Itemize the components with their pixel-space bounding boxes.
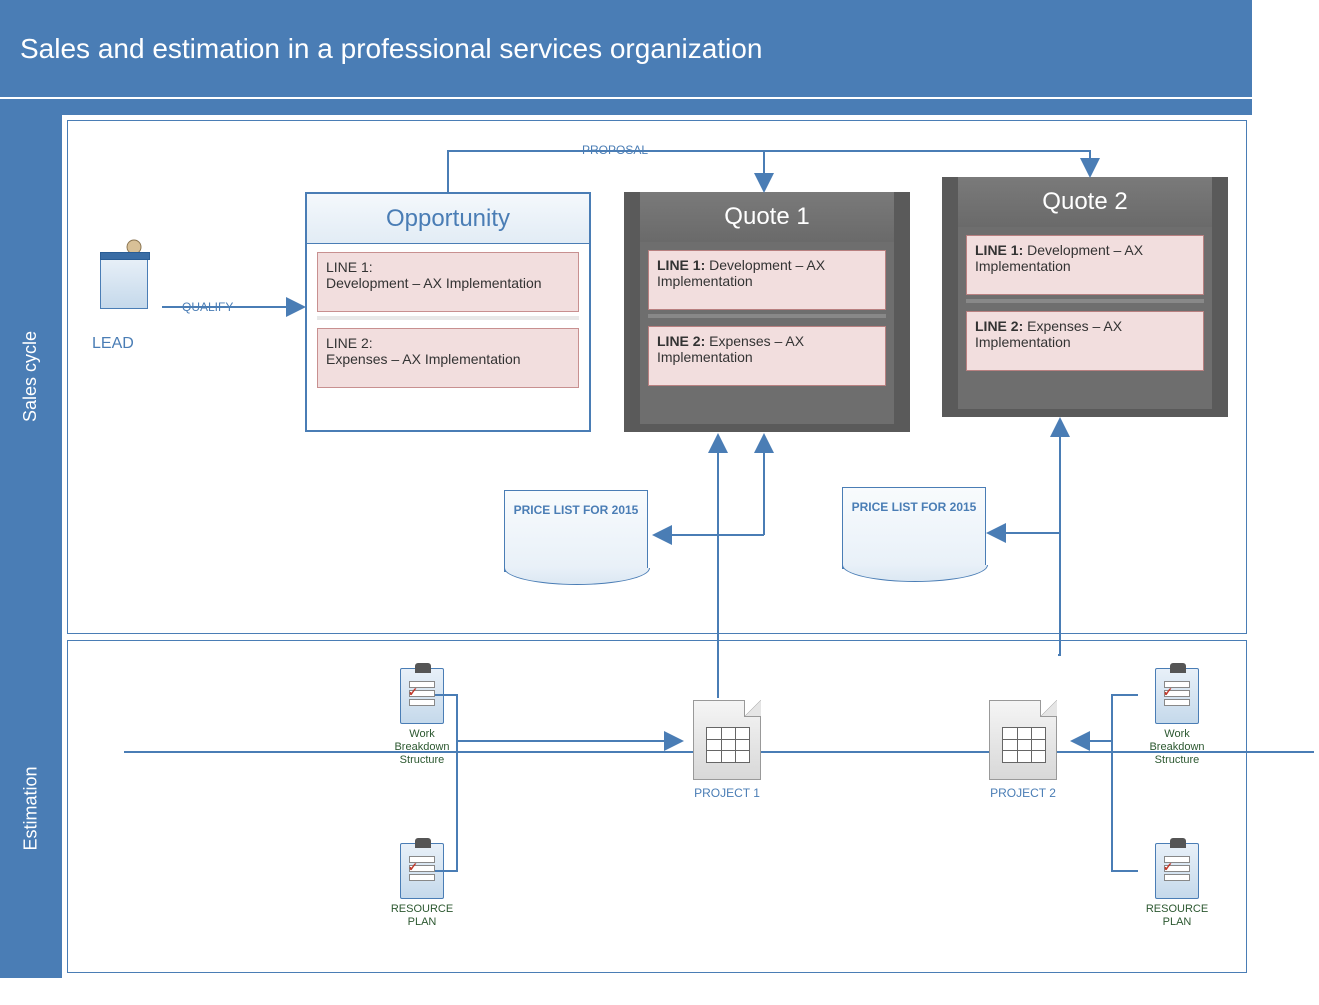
content-area: LEAD Opportunity LINE 1: Development – A…: [62, 115, 1252, 978]
pricelist2-icon: PRICE LIST FOR 2015: [842, 487, 986, 581]
quote2-line2-label: LINE 2:: [975, 318, 1023, 334]
quote2-line1: LINE 1: Development – AX Implementation: [966, 235, 1204, 295]
quote1-line2-label: LINE 2:: [657, 333, 705, 349]
quote1-title: Quote 1: [640, 192, 894, 242]
lead-icon: [100, 257, 162, 331]
pricelist2-label: PRICE LIST FOR 2015: [842, 487, 986, 569]
opportunity-box: Opportunity LINE 1: Development – AX Imp…: [305, 192, 591, 432]
resplan1-label: RESOURCE PLAN: [387, 903, 457, 929]
quote1-line2: LINE 2: Expenses – AX Implementation: [648, 326, 886, 386]
wbs1-label: Work Breakdown Structure: [387, 728, 457, 768]
opportunity-title: Opportunity: [307, 194, 589, 244]
pricelist1-label: PRICE LIST FOR 2015: [504, 490, 648, 572]
project1-icon: PROJECT 1: [684, 700, 770, 800]
wbs1-icon: Work Breakdown Structure: [387, 668, 457, 768]
quote2-line1-label: LINE 1:: [975, 242, 1023, 258]
project2-label: PROJECT 2: [980, 786, 1066, 800]
pricelist1-icon: PRICE LIST FOR 2015: [504, 490, 648, 584]
quote1-box: Quote 1 LINE 1: Development – AX Impleme…: [624, 192, 910, 432]
diagram-canvas: Sales and estimation in a professional s…: [0, 0, 1319, 1005]
resplan1-icon: RESOURCE PLAN: [387, 843, 457, 943]
opportunity-line2-desc: Expenses – AX Implementation: [326, 351, 521, 367]
page-title: Sales and estimation in a professional s…: [20, 33, 762, 65]
title-bar: Sales and estimation in a professional s…: [0, 0, 1252, 97]
flow-qualify-label: QUALIFY: [182, 300, 233, 314]
swimlane-sales-label: Sales cycle: [0, 115, 62, 638]
quote2-box: Quote 2 LINE 1: Development – AX Impleme…: [942, 177, 1228, 417]
opportunity-line2-label: LINE 2:: [326, 335, 570, 351]
separator: [317, 316, 579, 320]
estimation-area: [67, 640, 1247, 973]
swimlane-estimation-text: Estimation: [21, 766, 42, 850]
resplan2-label: RESOURCE PLAN: [1142, 903, 1212, 929]
quote1-line1-label: LINE 1:: [657, 257, 705, 273]
lead-label: LEAD: [92, 335, 134, 353]
project2-icon: PROJECT 2: [980, 700, 1066, 800]
resplan2-icon: RESOURCE PLAN: [1142, 843, 1212, 943]
flow-proposal-label: PROPOSAL: [582, 143, 648, 157]
title-band: [0, 97, 1252, 115]
wbs2-icon: Work Breakdown Structure: [1142, 668, 1212, 768]
separator: [966, 299, 1204, 303]
opportunity-line1: LINE 1: Development – AX Implementation: [317, 252, 579, 312]
quote2-title: Quote 2: [958, 177, 1212, 227]
opportunity-line1-label: LINE 1:: [326, 259, 570, 275]
quote1-line1: LINE 1: Development – AX Implementation: [648, 250, 886, 310]
wbs2-label: Work Breakdown Structure: [1142, 728, 1212, 768]
project1-label: PROJECT 1: [684, 786, 770, 800]
quote2-line2: LINE 2: Expenses – AX Implementation: [966, 311, 1204, 371]
opportunity-line1-desc: Development – AX Implementation: [326, 275, 542, 291]
separator: [648, 314, 886, 318]
swimlane-sales-text: Sales cycle: [21, 331, 42, 422]
opportunity-line2: LINE 2: Expenses – AX Implementation: [317, 328, 579, 388]
swimlane-estimation-label: Estimation: [0, 638, 62, 978]
